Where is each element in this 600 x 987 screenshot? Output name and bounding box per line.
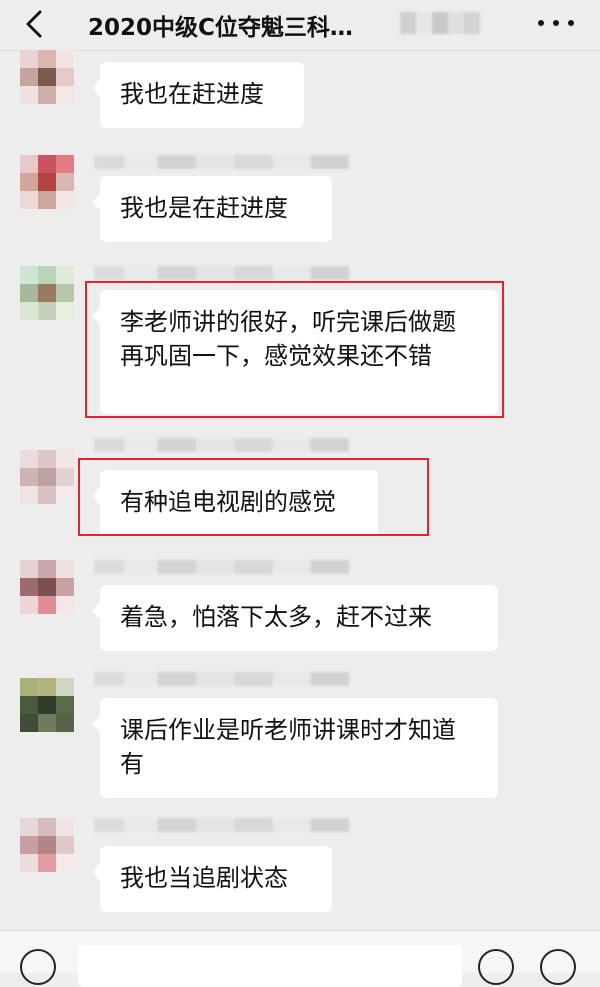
avatar-mosaic-tile — [56, 450, 74, 468]
avatar-mosaic-tile — [38, 302, 56, 320]
avatar-mosaic-tile — [20, 468, 38, 486]
avatar-mosaic-tile — [20, 486, 38, 504]
input-bar — [0, 930, 600, 987]
avatar-mosaic-tile — [20, 266, 38, 284]
message-bubble[interactable]: 我也当追剧状态 — [92, 846, 332, 912]
avatar-mosaic-tile — [56, 155, 74, 173]
back-button[interactable] — [18, 6, 54, 42]
avatar-mosaic-tile — [38, 678, 56, 696]
avatar-mosaic-tile — [38, 714, 56, 732]
more-button[interactable] — [536, 14, 576, 34]
avatar-mosaic-tile — [38, 560, 56, 578]
avatar-mosaic-tile — [56, 818, 74, 836]
avatar[interactable] — [20, 50, 74, 104]
avatar-mosaic-tile — [56, 68, 74, 86]
avatar-mosaic-tile — [20, 854, 38, 872]
sender-name-redaction — [94, 818, 349, 832]
more-dot — [568, 20, 574, 26]
avatar-mosaic-tile — [20, 302, 38, 320]
avatar-mosaic-tile — [56, 560, 74, 578]
avatar-mosaic-tile — [56, 284, 74, 302]
avatar[interactable] — [20, 450, 74, 504]
avatar-mosaic-tile — [38, 818, 56, 836]
avatar-mosaic-tile — [38, 266, 56, 284]
more-dot — [553, 20, 559, 26]
chat-title: 2020中级C位夺魁三科… — [88, 15, 353, 41]
chat-header: 2020中级C位夺魁三科… — [0, 0, 600, 51]
avatar-mosaic-tile — [20, 450, 38, 468]
avatar-mosaic-tile — [56, 302, 74, 320]
avatar-mosaic-tile — [20, 678, 38, 696]
voice-button[interactable] — [20, 949, 56, 985]
highlight-box — [78, 458, 429, 536]
avatar-mosaic-tile — [38, 86, 56, 104]
avatar-mosaic-tile — [38, 191, 56, 209]
avatar-mosaic-tile — [38, 155, 56, 173]
avatar-mosaic-tile — [56, 191, 74, 209]
avatar[interactable] — [20, 560, 74, 614]
avatar-mosaic-tile — [38, 836, 56, 854]
message-bubble[interactable]: 课后作业是听老师讲课时才知道有 — [92, 698, 498, 798]
avatar-mosaic-tile — [56, 468, 74, 486]
avatar-mosaic-tile — [20, 284, 38, 302]
more-dots-icon — [538, 20, 544, 26]
avatar-mosaic-tile — [20, 836, 38, 854]
sender-name-redaction — [94, 560, 349, 574]
plus-button[interactable] — [540, 949, 576, 985]
avatar-mosaic-tile — [38, 173, 56, 191]
sender-name-redaction — [94, 672, 349, 686]
chevron-left-icon — [26, 10, 42, 38]
avatar-mosaic-tile — [38, 578, 56, 596]
avatar-mosaic-tile — [20, 50, 38, 68]
avatar[interactable] — [20, 678, 74, 732]
avatar[interactable] — [20, 818, 74, 872]
avatar-mosaic-tile — [56, 696, 74, 714]
avatar-mosaic-tile — [38, 68, 56, 86]
avatar-mosaic-tile — [56, 50, 74, 68]
avatar-mosaic-tile — [38, 696, 56, 714]
avatar-mosaic-tile — [56, 596, 74, 614]
title-redaction — [400, 12, 480, 34]
avatar-mosaic-tile — [56, 678, 74, 696]
message-bubble[interactable]: 我也在赶进度 — [92, 62, 304, 128]
sender-name-redaction — [94, 266, 349, 280]
avatar[interactable] — [20, 155, 74, 209]
avatar-mosaic-tile — [20, 155, 38, 173]
sender-name-redaction — [94, 155, 349, 169]
avatar-mosaic-tile — [38, 50, 56, 68]
avatar-mosaic-tile — [20, 68, 38, 86]
avatar-mosaic-tile — [56, 854, 74, 872]
avatar-mosaic-tile — [38, 284, 56, 302]
avatar-mosaic-tile — [20, 86, 38, 104]
avatar-mosaic-tile — [20, 191, 38, 209]
avatar-mosaic-tile — [20, 696, 38, 714]
highlight-box — [85, 281, 504, 418]
avatar-mosaic-tile — [56, 714, 74, 732]
avatar-mosaic-tile — [20, 596, 38, 614]
avatar-mosaic-tile — [56, 173, 74, 191]
message-input[interactable] — [78, 945, 462, 987]
avatar-mosaic-tile — [38, 854, 56, 872]
avatar-mosaic-tile — [38, 450, 56, 468]
avatar-mosaic-tile — [38, 486, 56, 504]
emoji-button[interactable] — [478, 949, 514, 985]
avatar-mosaic-tile — [20, 818, 38, 836]
avatar-mosaic-tile — [38, 468, 56, 486]
avatar-mosaic-tile — [20, 578, 38, 596]
avatar-mosaic-tile — [20, 173, 38, 191]
avatar-mosaic-tile — [20, 714, 38, 732]
avatar-mosaic-tile — [56, 486, 74, 504]
message-bubble[interactable]: 着急，怕落下太多，赶不过来 — [92, 585, 498, 651]
avatar-mosaic-tile — [38, 596, 56, 614]
avatar-mosaic-tile — [56, 266, 74, 284]
avatar-mosaic-tile — [56, 86, 74, 104]
avatar-mosaic-tile — [56, 578, 74, 596]
message-bubble[interactable]: 我也是在赶进度 — [92, 176, 332, 242]
avatar-mosaic-tile — [56, 836, 74, 854]
avatar-mosaic-tile — [20, 560, 38, 578]
sender-name-redaction — [94, 438, 349, 452]
avatar[interactable] — [20, 266, 74, 320]
